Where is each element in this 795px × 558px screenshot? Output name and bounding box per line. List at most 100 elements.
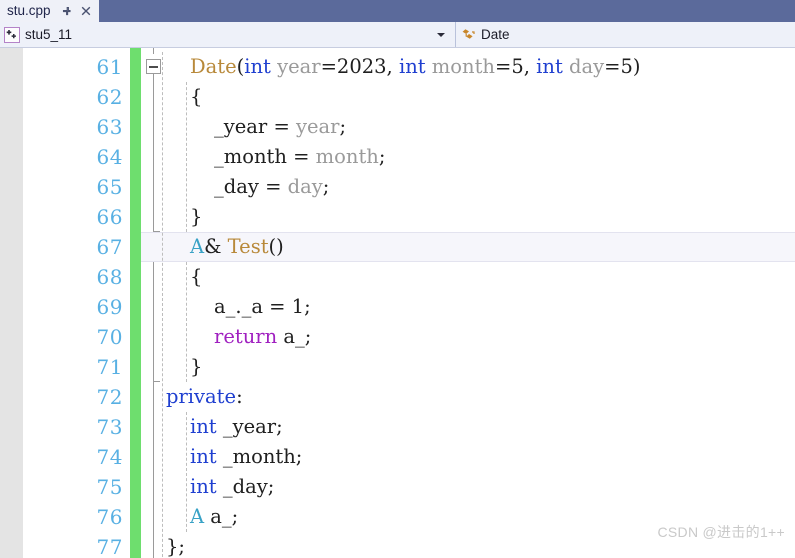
code-token: Date	[190, 55, 237, 78]
close-icon[interactable]	[80, 5, 92, 17]
indent-guide	[162, 52, 163, 558]
line-number: 65	[96, 175, 123, 199]
code-line[interactable]: int _year;	[190, 412, 283, 442]
code-token: int	[190, 445, 217, 468]
code-token: day	[287, 175, 323, 198]
code-token: ()	[268, 235, 284, 258]
code-editor[interactable]: 61 Date(int year=2023, int month=5, int d…	[0, 48, 795, 558]
code-line[interactable]: Date(int year=2023, int month=5, int day…	[190, 52, 640, 82]
indent-guide	[186, 82, 187, 232]
line-number: 70	[96, 325, 123, 349]
tab-stu-cpp[interactable]: stu.cpp	[0, 0, 99, 22]
outline-bracket-foot	[153, 381, 160, 382]
code-line[interactable]: };	[166, 532, 185, 558]
code-token: {	[190, 85, 203, 108]
code-line[interactable]: }	[190, 202, 202, 232]
code-line[interactable]: {	[190, 262, 202, 292]
code-token: _year =	[214, 115, 296, 138]
code-token: :	[236, 385, 243, 408]
project-dropdown-label: stu5_11	[25, 27, 73, 42]
code-token: }	[190, 205, 203, 228]
code-line[interactable]: A a_;	[190, 502, 238, 532]
code-token: _month =	[214, 145, 316, 168]
code-token: day	[562, 55, 605, 78]
code-token: month	[315, 145, 379, 168]
watermark: CSDN @进击的1++	[657, 524, 785, 540]
line-number: 68	[96, 265, 123, 289]
line-number: 77	[96, 535, 123, 558]
code-token: {	[190, 265, 203, 288]
code-token: ;	[378, 145, 386, 168]
code-token: a_;	[277, 325, 312, 348]
line-number: 67	[96, 235, 123, 259]
code-line[interactable]: _day = day;	[214, 172, 329, 202]
code-token: _year;	[216, 415, 283, 438]
tab-label: stu.cpp	[7, 3, 51, 18]
code-token: a_;	[204, 505, 239, 528]
code-token: &	[204, 235, 228, 258]
code-line[interactable]: {	[190, 82, 202, 112]
line-number: 75	[96, 475, 123, 499]
collapse-toggle[interactable]	[146, 59, 161, 74]
line-number: 76	[96, 505, 123, 529]
code-line[interactable]: int _month;	[190, 442, 302, 472]
line-number: 64	[96, 145, 123, 169]
code-token: a_._a = 1;	[214, 295, 311, 318]
outline-bracket-line	[153, 74, 154, 232]
line-number: 73	[96, 415, 123, 439]
code-token: _month;	[216, 445, 303, 468]
outline-bracket-line	[153, 48, 154, 54]
code-token: =5)	[604, 55, 641, 78]
selection-margin[interactable]	[0, 48, 23, 558]
code-line[interactable]: A& Test()	[190, 232, 284, 262]
change-bar-segment	[130, 48, 141, 558]
code-token: private	[166, 385, 237, 408]
line-number: 74	[96, 445, 123, 469]
project-dropdown[interactable]: stu5_11	[0, 22, 455, 47]
code-token: return	[214, 325, 278, 348]
code-token: Test	[227, 235, 269, 258]
code-token: int	[244, 55, 271, 78]
code-token: year	[296, 115, 340, 138]
line-number: 66	[96, 205, 123, 229]
outline-bracket-line	[153, 382, 154, 558]
line-number: 72	[96, 385, 123, 409]
code-line[interactable]: int _day;	[190, 472, 274, 502]
code-token: }	[190, 355, 203, 378]
indent-guide	[186, 262, 187, 382]
code-token: int	[190, 415, 217, 438]
indent-guide	[186, 412, 187, 532]
line-number: 62	[96, 85, 123, 109]
code-line[interactable]: return a_;	[214, 322, 311, 352]
project-icon	[4, 26, 20, 43]
method-icon	[460, 27, 476, 43]
chevron-down-icon[interactable]	[437, 32, 445, 37]
code-token: };	[166, 535, 185, 558]
code-line[interactable]: private:	[166, 382, 243, 412]
code-line[interactable]: _year = year;	[214, 112, 346, 142]
code-token: ;	[339, 115, 347, 138]
line-number: 61	[96, 55, 123, 79]
code-line[interactable]: a_._a = 1;	[214, 292, 311, 322]
line-number: 71	[96, 355, 123, 379]
code-token: =2023,	[320, 55, 399, 78]
code-token: _day =	[214, 175, 288, 198]
tab-strip: stu.cpp	[0, 0, 795, 22]
code-token: =5,	[495, 55, 537, 78]
tab-strip-empty-area	[98, 0, 795, 22]
code-token: month	[425, 55, 495, 78]
pin-icon[interactable]	[61, 5, 73, 17]
code-line[interactable]: }	[190, 352, 202, 382]
member-dropdown[interactable]: Date	[455, 22, 795, 47]
code-token: int	[536, 55, 563, 78]
line-number: 69	[96, 295, 123, 319]
vs-editor-window: stu.cpp stu5_11 Date 61 Date(int year=20…	[0, 0, 795, 558]
outline-bracket-line	[153, 254, 154, 382]
code-token: year	[270, 55, 321, 78]
line-number: 63	[96, 115, 123, 139]
member-dropdown-label: Date	[481, 27, 510, 42]
code-token: int	[190, 475, 217, 498]
code-line[interactable]: _month = month;	[214, 142, 385, 172]
navigation-bar: stu5_11 Date	[0, 22, 795, 48]
code-token: ;	[322, 175, 330, 198]
